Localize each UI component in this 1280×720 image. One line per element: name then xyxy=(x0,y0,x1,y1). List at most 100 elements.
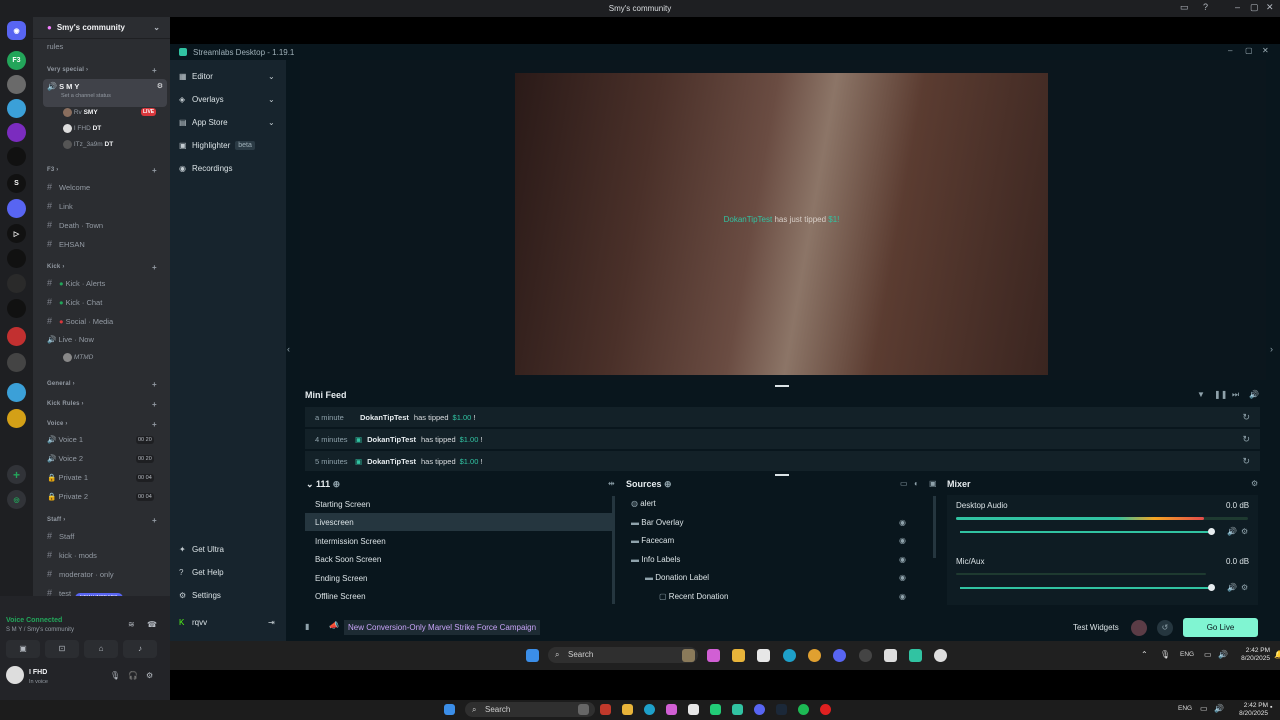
source-item[interactable]: ▬ Bar Overlay ◉ xyxy=(631,514,936,532)
voice-channel-1[interactable]: 🔊 Voice 1 xyxy=(47,435,83,444)
folder-add-icon[interactable]: ▭ xyxy=(900,479,908,488)
private-channel-1[interactable]: 🔒 Private 1 xyxy=(47,473,88,482)
store-icon[interactable] xyxy=(688,704,699,715)
windows-start-icon[interactable] xyxy=(444,704,455,715)
close-icon[interactable]: ✕ xyxy=(1262,46,1269,55)
server-icon[interactable] xyxy=(7,75,26,94)
language-indicator[interactable]: ENG xyxy=(1180,651,1194,658)
discord-icon[interactable] xyxy=(754,704,765,715)
replay-icon[interactable]: ↻ xyxy=(1242,434,1250,445)
eye-icon[interactable]: ◉ xyxy=(899,555,906,564)
taskbar-search[interactable]: ⌕ Search xyxy=(465,702,595,717)
maximize-icon[interactable]: ▢ xyxy=(1250,2,1259,13)
app-icon[interactable] xyxy=(666,704,677,715)
category-staff[interactable]: Staff › + xyxy=(47,516,157,525)
channel-ehsan[interactable]: # EHSAN xyxy=(47,239,85,249)
scrollbar[interactable] xyxy=(933,496,936,558)
server-icon[interactable] xyxy=(7,249,26,268)
resize-handle[interactable] xyxy=(775,474,789,476)
scrollbar[interactable] xyxy=(612,496,615,604)
file-explorer-icon[interactable] xyxy=(622,704,633,715)
maximize-icon[interactable]: ▢ xyxy=(1245,46,1253,55)
channel-kick-chat[interactable]: # ● Kick · Chat xyxy=(47,297,102,307)
server-icon[interactable] xyxy=(7,327,26,346)
server-icon[interactable] xyxy=(7,123,26,142)
scene-collection-title[interactable]: ⌄ 111 ⊕ xyxy=(306,479,340,490)
scene-item-selected[interactable]: Livescreen xyxy=(305,513,615,531)
app-icon[interactable] xyxy=(934,649,947,662)
voice-member[interactable]: ITz_3a9m DT xyxy=(63,140,113,149)
app-icon[interactable] xyxy=(682,649,695,662)
gear-icon[interactable]: ⚙ xyxy=(1241,583,1248,592)
app-icon[interactable] xyxy=(859,649,872,662)
network-icon[interactable]: ▭ xyxy=(1204,650,1212,659)
chevron-down-icon[interactable]: ⌄ xyxy=(268,95,275,104)
pause-icon[interactable]: ❚❚ xyxy=(1214,390,1227,399)
chevron-down-icon[interactable]: ⌄ xyxy=(268,72,275,81)
disconnect-icon[interactable]: ☎ xyxy=(147,620,157,629)
channel-live-now[interactable]: 🔊 Live · Now xyxy=(47,335,94,344)
channel-link[interactable]: # Link xyxy=(47,201,73,211)
minimize-icon[interactable]: – xyxy=(1228,46,1232,55)
taskbar-clock[interactable]: 2:42 PM 8/20/2025 xyxy=(1220,647,1270,663)
spotify-icon[interactable] xyxy=(798,704,809,715)
taskbar-search[interactable]: ⌕ Search xyxy=(548,647,698,663)
server-icon[interactable]: S xyxy=(7,174,26,193)
server-icon[interactable]: F3 xyxy=(7,51,26,70)
record-button[interactable] xyxy=(1131,620,1147,636)
discord-home-icon[interactable]: ◉ xyxy=(7,21,26,40)
channel-rules[interactable]: rules xyxy=(47,42,63,51)
windows-start-icon[interactable] xyxy=(526,649,539,662)
channel-staff[interactable]: # Staff xyxy=(47,531,74,541)
file-explorer-icon[interactable] xyxy=(732,649,745,662)
server-icon[interactable] xyxy=(7,99,26,118)
channel-status[interactable]: Set a channel status xyxy=(47,93,167,99)
category-kick[interactable]: Kick › + xyxy=(47,263,157,272)
server-icon[interactable] xyxy=(7,199,26,218)
volume-slider[interactable] xyxy=(960,587,1212,589)
server-icon[interactable] xyxy=(7,409,26,428)
network-icon[interactable]: ▭ xyxy=(1200,704,1208,713)
chrome-icon[interactable] xyxy=(808,649,821,662)
help-icon[interactable]: ? xyxy=(1203,2,1208,12)
campaign-banner[interactable]: New Conversion-Only Marvel Strike Force … xyxy=(344,620,541,635)
megaphone-icon[interactable]: 📣 xyxy=(329,621,339,630)
source-item[interactable]: ◍ alert xyxy=(631,495,936,513)
scene-transitions-icon[interactable]: ⇹ xyxy=(608,479,615,488)
source-item[interactable]: ▬ Facecam ◉ xyxy=(631,532,936,550)
category-voice[interactable]: Voice › + xyxy=(47,420,157,429)
channel-social-media[interactable]: # ● Social · Media xyxy=(47,316,113,326)
logout-icon[interactable]: ⇥ xyxy=(268,618,275,627)
remove-icon[interactable]: ▣ xyxy=(929,479,937,488)
screen-share-button[interactable]: ⊡ xyxy=(45,640,79,658)
add-icon[interactable]: ⊕ xyxy=(333,479,341,489)
server-header[interactable]: ● Smy's community ⌄ xyxy=(33,17,170,39)
source-item[interactable]: ▢ Recent Donation ◉ xyxy=(659,588,936,606)
nav-recordings[interactable]: ◉ Recordings xyxy=(179,164,232,173)
streamlabs-icon[interactable] xyxy=(732,704,743,715)
explore-icon[interactable]: ◎ xyxy=(7,490,26,509)
microphone-icon[interactable]: 🎙 xyxy=(110,671,120,680)
streamlabs-icon[interactable] xyxy=(909,649,922,662)
app-icon[interactable] xyxy=(707,649,720,662)
notification-icon[interactable]: ▪ xyxy=(1270,704,1272,711)
nav-overlays[interactable]: ◈ Overlays xyxy=(179,95,224,104)
app-icon[interactable] xyxy=(820,704,831,715)
discord-icon[interactable] xyxy=(833,649,846,662)
edge-icon[interactable] xyxy=(783,649,796,662)
app-icon[interactable] xyxy=(884,649,897,662)
feed-row[interactable]: a minute DokanTipTest has tipped $1.00 ! ↻ xyxy=(305,407,1260,427)
chevron-up-icon[interactable]: ⌃ xyxy=(1141,650,1148,659)
volume-icon[interactable]: 🔊 xyxy=(1214,704,1224,713)
microphone-icon[interactable]: 🎙 xyxy=(1160,650,1170,659)
nav-user[interactable]: Krqvv xyxy=(179,618,207,627)
close-icon[interactable]: ✕ xyxy=(1266,2,1274,13)
category-general[interactable]: General › + xyxy=(47,380,157,389)
skip-icon[interactable]: ⏭ xyxy=(1232,390,1239,400)
server-icon[interactable] xyxy=(7,299,26,318)
feed-row[interactable]: 5 minutes ▣ DokanTipTest has tipped $1.00 ! … xyxy=(305,451,1260,471)
eye-icon[interactable]: ◉ xyxy=(899,592,906,601)
voice-channel-2[interactable]: 🔊 Voice 2 xyxy=(47,454,83,463)
channel-kick-mods[interactable]: # kick · mods xyxy=(47,550,97,560)
language-indicator[interactable]: ENG xyxy=(1178,705,1192,712)
